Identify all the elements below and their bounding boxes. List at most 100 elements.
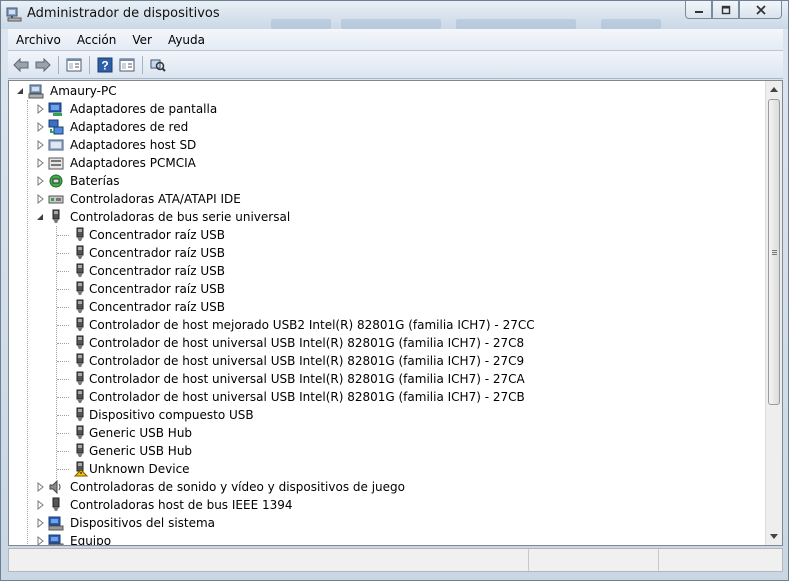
tree-device-label: Concentrador raíz USB xyxy=(89,300,225,314)
expand-arrow-icon[interactable] xyxy=(35,140,45,150)
unknown-device-warning-icon xyxy=(73,461,88,477)
expand-arrow-icon[interactable] xyxy=(35,158,45,168)
back-button[interactable] xyxy=(10,54,32,76)
tree-guide-line xyxy=(57,415,69,416)
status-pane xyxy=(9,549,529,571)
usb-device-icon xyxy=(76,263,84,277)
tree-device-item[interactable]: Generic USB Hub xyxy=(9,442,529,460)
device-manager-app-icon xyxy=(6,7,22,22)
system-devices-icon xyxy=(48,516,64,531)
scroll-down-arrow-icon xyxy=(770,534,778,539)
tree-category-label: Dispositivos del sistema xyxy=(70,516,216,530)
tree-device-item[interactable]: Generic USB Hub xyxy=(9,424,529,442)
tree-device-item[interactable]: Controlador de host mejorado USB2 Intel(… xyxy=(9,316,535,334)
expand-arrow-icon[interactable] xyxy=(35,536,45,545)
tree-guide-line xyxy=(57,307,69,308)
tree-category[interactable]: Equipo xyxy=(9,532,429,545)
tree-category[interactable]: Dispositivos del sistema xyxy=(9,514,429,532)
expand-arrow-icon[interactable] xyxy=(35,518,45,528)
usb-device-icon xyxy=(76,389,84,403)
minimize-icon xyxy=(694,10,703,13)
tree-device-item[interactable]: Concentrador raíz USB xyxy=(9,280,529,298)
title-bar[interactable]: Administrador de dispositivos xyxy=(1,1,788,29)
battery-icon xyxy=(49,174,63,188)
usb-device-icon xyxy=(76,425,84,439)
tree-category[interactable]: Adaptadores de pantalla xyxy=(9,100,369,118)
expand-arrow-icon[interactable] xyxy=(35,104,45,114)
expand-arrow-icon[interactable] xyxy=(35,122,45,132)
status-pane xyxy=(529,549,659,571)
tree-category[interactable]: Adaptadores host SD xyxy=(9,136,369,154)
help-button[interactable]: ? xyxy=(94,54,116,76)
tree-device-item[interactable]: Controlador de host universal USB Intel(… xyxy=(9,370,529,388)
usb-device-icon xyxy=(76,299,84,313)
window-title: Administrador de dispositivos xyxy=(27,6,220,21)
menu-bar: Archivo Acción Ver Ayuda xyxy=(8,29,783,51)
tree-device-item[interactable]: Controlador de host universal USB Intel(… xyxy=(9,388,529,406)
tree-category[interactable]: Adaptadores de red xyxy=(9,118,369,136)
device-tree-panel[interactable]: Amaury-PC Adaptadores de pantalla Adapta… xyxy=(8,80,783,546)
close-button[interactable] xyxy=(739,1,782,19)
tree-device-label: Generic USB Hub xyxy=(89,426,193,440)
device-manager-window: Administrador de dispositivos Archivo Ac… xyxy=(0,0,789,581)
tree-device-label: Concentrador raíz USB xyxy=(89,228,225,242)
menu-ayuda[interactable]: Ayuda xyxy=(160,30,213,50)
properties-button[interactable] xyxy=(116,54,138,76)
expand-arrow-icon[interactable] xyxy=(35,500,45,510)
tree-category[interactable]: Controladoras de sonido y vídeo y dispos… xyxy=(9,478,429,496)
tree-category[interactable]: Controladoras ATA/ATAPI IDE xyxy=(9,190,369,208)
properties-icon xyxy=(119,58,135,71)
tree-category-label: Controladoras de sonido y vídeo y dispos… xyxy=(70,480,405,494)
usb-icon xyxy=(52,209,60,223)
usb-device-icon xyxy=(76,227,84,241)
tree-category-label: Baterías xyxy=(70,174,120,188)
forward-button[interactable] xyxy=(32,54,54,76)
tree-category-label: Adaptadores de pantalla xyxy=(70,102,218,116)
tree-device-item[interactable]: Controlador de host universal USB Intel(… xyxy=(9,352,529,370)
background-blur xyxy=(341,19,441,29)
menu-archivo[interactable]: Archivo xyxy=(8,30,69,50)
tree-category-label: Adaptadores PCMCIA xyxy=(70,156,196,170)
scroll-down-button[interactable] xyxy=(766,529,782,545)
tree-node-root[interactable]: Amaury-PC xyxy=(9,82,309,100)
tree-category[interactable]: Controladoras host de bus IEEE 1394 xyxy=(9,496,429,514)
tree-device-label: Concentrador raíz USB xyxy=(89,282,225,296)
tree-guide-line xyxy=(57,289,69,290)
tree-category-label: Controladoras ATA/ATAPI IDE xyxy=(70,192,241,206)
scrollbar-thumb[interactable] xyxy=(768,99,780,405)
scan-hardware-button[interactable] xyxy=(147,54,169,76)
usb-device-icon xyxy=(76,245,84,259)
collapse-arrow-icon[interactable] xyxy=(15,86,25,96)
vertical-scrollbar[interactable] xyxy=(765,81,782,545)
tree-device-label: Concentrador raíz USB xyxy=(89,246,225,260)
tree-device-item[interactable]: Dispositivo compuesto USB xyxy=(9,406,529,424)
tree-category[interactable]: Adaptadores PCMCIA xyxy=(9,154,369,172)
show-hide-console-tree-icon xyxy=(66,58,82,71)
ide-controller-icon xyxy=(48,195,64,204)
scroll-up-arrow-icon xyxy=(770,87,778,92)
background-blur xyxy=(271,19,331,29)
tree-device-item[interactable]: Concentrador raíz USB xyxy=(9,262,529,280)
expand-arrow-icon[interactable] xyxy=(35,176,45,186)
tree-device-item[interactable]: Unknown Device xyxy=(9,460,529,478)
tree-device-item[interactable]: Concentrador raíz USB xyxy=(9,244,529,262)
scroll-up-button[interactable] xyxy=(766,81,782,97)
tree-device-item[interactable]: Concentrador raíz USB xyxy=(9,298,529,316)
expand-arrow-icon[interactable] xyxy=(35,194,45,204)
collapse-arrow-icon[interactable] xyxy=(35,212,45,222)
show-hide-console-tree-button[interactable] xyxy=(63,54,85,76)
tree-category[interactable]: Baterías xyxy=(9,172,369,190)
usb-device-icon xyxy=(76,317,84,331)
tree-device-item[interactable]: Controlador de host universal USB Intel(… xyxy=(9,334,529,352)
minimize-button[interactable] xyxy=(685,1,712,19)
tree-category-expanded[interactable]: Controladoras de bus serie universal xyxy=(9,208,369,226)
ieee1394-icon xyxy=(52,497,60,511)
tree-category-label: Adaptadores de red xyxy=(70,120,189,134)
display-adapter-icon xyxy=(48,102,62,116)
tree-device-item[interactable]: Concentrador raíz USB xyxy=(9,226,529,244)
menu-ver[interactable]: Ver xyxy=(124,30,160,50)
restore-button[interactable] xyxy=(712,1,739,19)
svg-text:?: ? xyxy=(101,58,108,72)
menu-accion[interactable]: Acción xyxy=(69,30,124,50)
expand-arrow-icon[interactable] xyxy=(35,482,45,492)
